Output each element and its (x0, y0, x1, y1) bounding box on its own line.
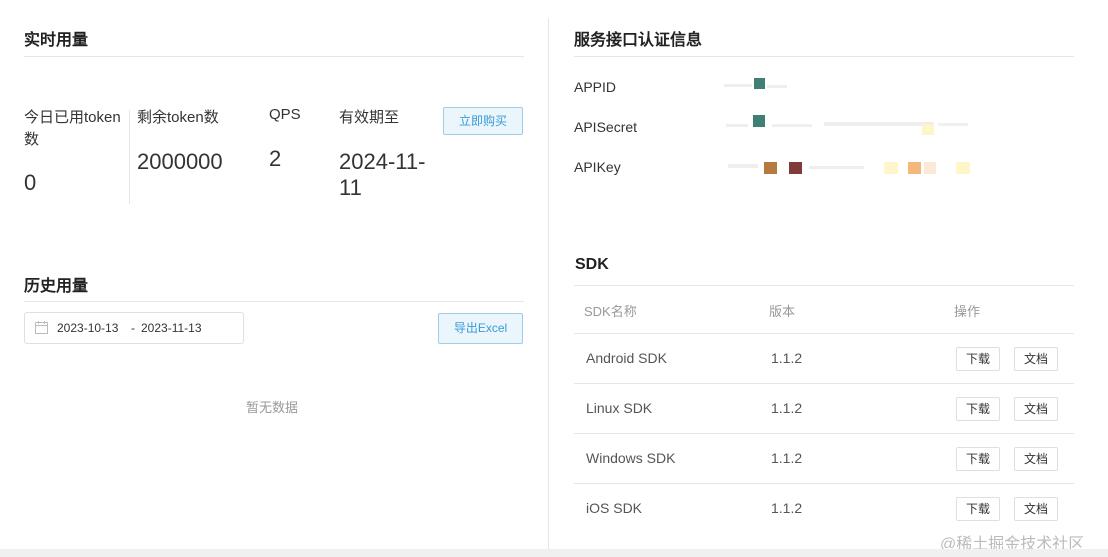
calendar-icon (35, 321, 48, 337)
appid-label: APPID (574, 79, 617, 95)
sdk-name: Linux SDK (586, 400, 653, 416)
table-row: Linux SDK 1.1.2 下载 文档 (574, 384, 1074, 433)
stat-used-value: 0 (24, 170, 37, 195)
history-divider (24, 301, 524, 302)
sdk-version: 1.1.2 (771, 350, 803, 366)
sdk-header-name: SDK名称 (584, 304, 637, 319)
auth-divider (574, 56, 1074, 57)
auth-title: 服务接口认证信息 (574, 32, 703, 49)
bottom-scrollbar[interactable] (0, 549, 1108, 557)
date-end[interactable]: 2023-11-13 (141, 321, 202, 335)
stat-qps-value: 2 (269, 146, 282, 171)
stat-expiry-label: 有效期至 (339, 109, 400, 126)
sdk-version: 1.1.2 (771, 400, 803, 416)
apisecret-label: APISecret (574, 119, 638, 135)
docs-button[interactable]: 文档 (1014, 397, 1058, 421)
docs-button[interactable]: 文档 (1014, 497, 1058, 521)
buy-now-button[interactable]: 立即购买 (443, 107, 523, 135)
sdk-name: iOS SDK (586, 500, 643, 516)
docs-button[interactable]: 文档 (1014, 447, 1058, 471)
download-button[interactable]: 下载 (956, 497, 1000, 521)
apisecret-value-masked (724, 115, 974, 137)
download-button[interactable]: 下载 (956, 447, 1000, 471)
sdk-name: Windows SDK (586, 450, 676, 466)
apikey-value-masked (724, 158, 974, 178)
sdk-title: SDK (575, 256, 609, 273)
table-row: Windows SDK 1.1.2 下载 文档 (574, 434, 1074, 483)
sdk-name: Android SDK (586, 350, 667, 366)
stat-used-label: 今日已用token数 (24, 109, 121, 148)
table-row: iOS SDK 1.1.2 下载 文档 (574, 484, 1074, 533)
history-title: 历史用量 (24, 278, 89, 295)
table-row: Android SDK 1.1.2 下载 文档 (574, 334, 1074, 383)
stat-remaining-value: 2000000 (137, 149, 223, 174)
sdk-version: 1.1.2 (771, 450, 803, 466)
stat-remaining-label: 剩余token数 (137, 109, 219, 126)
export-excel-button[interactable]: 导出Excel (438, 313, 523, 344)
realtime-title: 实时用量 (24, 32, 89, 49)
realtime-divider (24, 56, 524, 57)
date-separator: - (131, 321, 135, 335)
sdk-header-action: 操作 (954, 304, 981, 319)
panel-divider (548, 18, 549, 557)
stat-qps-label: QPS (269, 106, 301, 123)
download-button[interactable]: 下载 (956, 397, 1000, 421)
stat-divider (129, 110, 130, 204)
sdk-divider (574, 285, 1074, 286)
docs-button[interactable]: 文档 (1014, 347, 1058, 371)
date-start[interactable]: 2023-10-13 (57, 321, 118, 335)
download-button[interactable]: 下载 (956, 347, 1000, 371)
stat-expiry-value: 2024-11-11 (339, 149, 426, 200)
appid-value-masked (724, 78, 794, 94)
empty-data-text: 暂无数据 (246, 400, 299, 415)
sdk-header-version: 版本 (769, 304, 796, 319)
apikey-label: APIKey (574, 159, 621, 175)
date-range-picker[interactable]: 2023-10-13 - 2023-11-13 (24, 312, 244, 344)
sdk-version: 1.1.2 (771, 500, 803, 516)
